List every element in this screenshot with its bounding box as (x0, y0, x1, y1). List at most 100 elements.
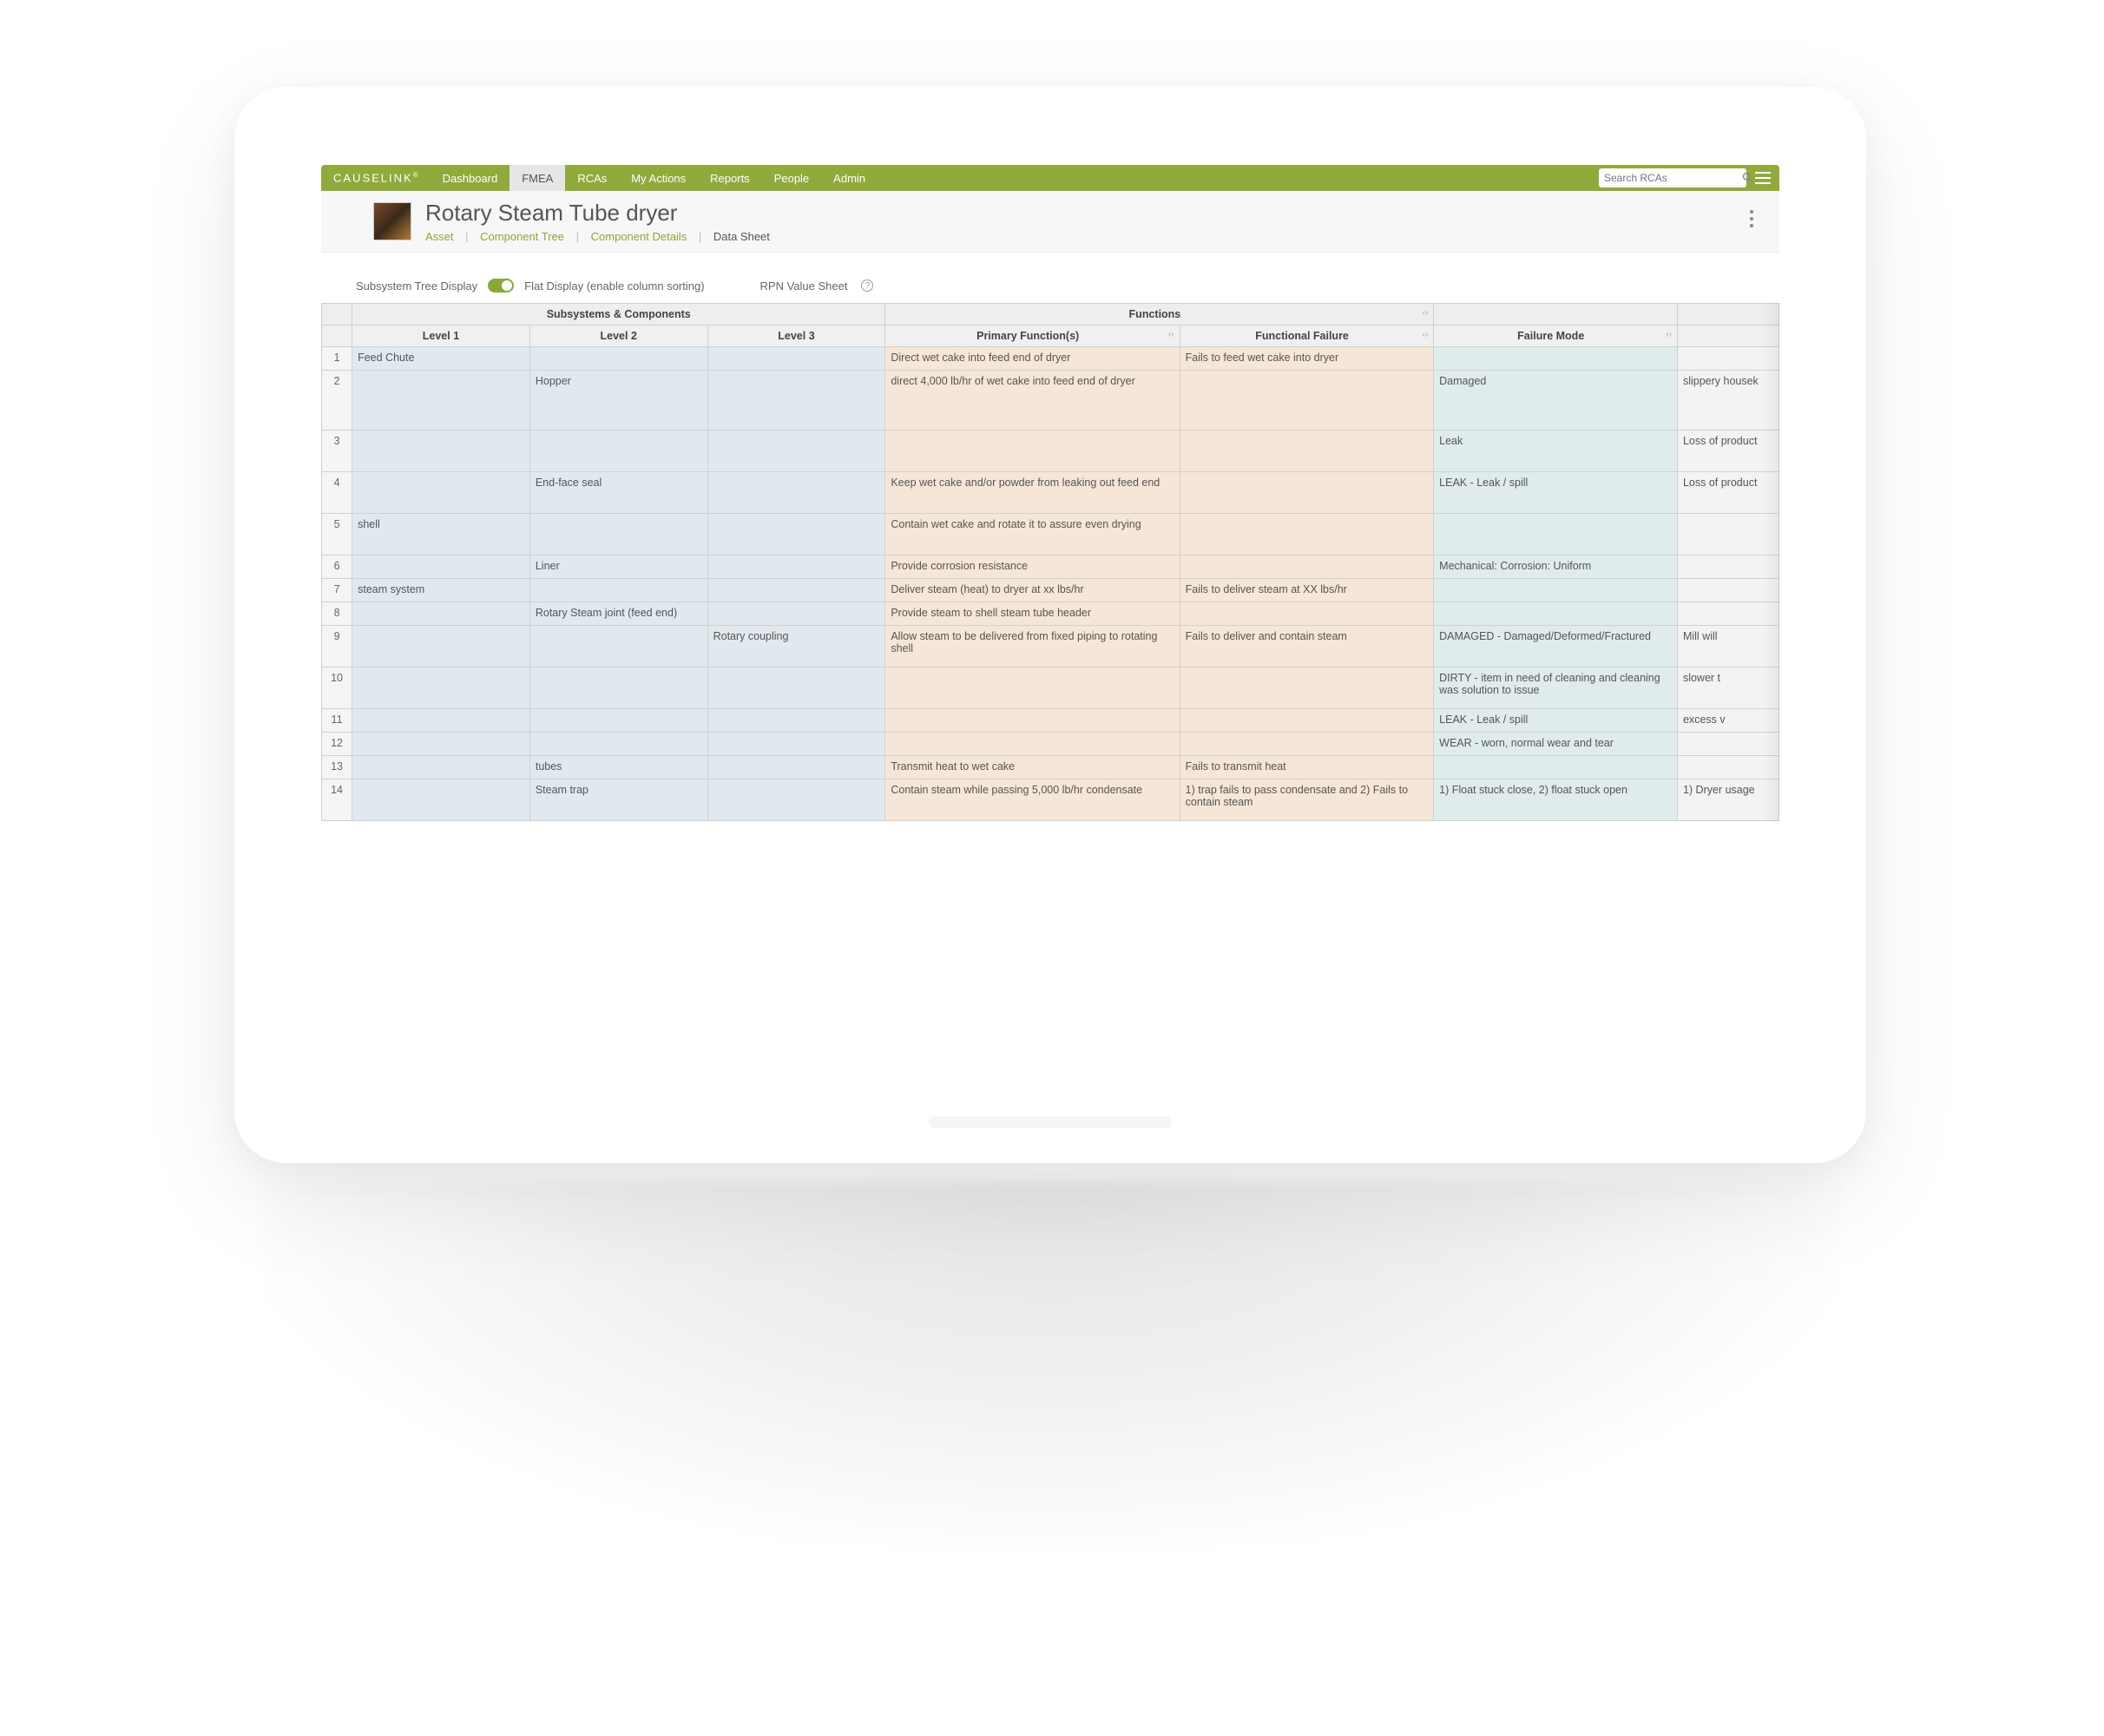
col-level2[interactable]: Level 2 (529, 326, 707, 347)
cell-rownum[interactable]: 3 (322, 431, 352, 472)
cell-rownum[interactable]: 7 (322, 579, 352, 602)
cell-failure-mode[interactable]: LEAK - Leak / spill (1434, 472, 1678, 514)
cell-level1[interactable] (352, 733, 530, 756)
nav-reports[interactable]: Reports (698, 165, 762, 191)
search-input[interactable] (1604, 172, 1739, 184)
cell-extra[interactable]: 1) Dryer usage (1677, 779, 1779, 821)
cell-level1[interactable] (352, 626, 530, 667)
cell-level3[interactable] (707, 472, 885, 514)
col-functional-failure[interactable]: Functional Failure‹› (1180, 326, 1434, 347)
cell-failure-mode[interactable] (1434, 347, 1678, 371)
cell-rownum[interactable]: 4 (322, 472, 352, 514)
cell-rownum[interactable]: 2 (322, 371, 352, 431)
col-failure-mode[interactable]: Failure Mode‹› (1434, 326, 1678, 347)
cell-level1[interactable]: steam system (352, 579, 530, 602)
cell-level2[interactable] (529, 667, 707, 709)
cell-rownum[interactable]: 12 (322, 733, 352, 756)
cell-functional-failure[interactable] (1180, 556, 1434, 579)
cell-level2[interactable]: tubes (529, 756, 707, 779)
cell-extra[interactable] (1677, 733, 1779, 756)
cell-level2[interactable]: Liner (529, 556, 707, 579)
cell-extra[interactable]: Loss of product (1677, 472, 1779, 514)
menu-icon[interactable] (1755, 172, 1771, 184)
cell-extra[interactable] (1677, 756, 1779, 779)
cell-functional-failure[interactable] (1180, 733, 1434, 756)
cell-level3[interactable] (707, 347, 885, 371)
cell-failure-mode[interactable]: DAMAGED - Damaged/Deformed/Fractured (1434, 626, 1678, 667)
cell-primary-function[interactable] (885, 733, 1180, 756)
cell-functional-failure[interactable] (1180, 602, 1434, 626)
cell-primary-function[interactable]: Transmit heat to wet cake (885, 756, 1180, 779)
cell-primary-function[interactable]: Contain wet cake and rotate it to assure… (885, 514, 1180, 556)
rpn-value-sheet-link[interactable]: RPN Value Sheet (760, 279, 848, 293)
cell-primary-function[interactable]: Contain steam while passing 5,000 lb/hr … (885, 779, 1180, 821)
cell-level1[interactable]: Feed Chute (352, 347, 530, 371)
nav-people[interactable]: People (762, 165, 821, 191)
cell-level3[interactable]: Rotary coupling (707, 626, 885, 667)
cell-primary-function[interactable] (885, 667, 1180, 709)
cell-failure-mode[interactable]: 1) Float stuck close, 2) float stuck ope… (1434, 779, 1678, 821)
cell-rownum[interactable]: 5 (322, 514, 352, 556)
breadcrumb-asset[interactable]: Asset (425, 230, 454, 243)
cell-level3[interactable] (707, 556, 885, 579)
cell-functional-failure[interactable]: Fails to transmit heat (1180, 756, 1434, 779)
table-row[interactable]: 3LeakLoss of product (322, 431, 1779, 472)
cell-level1[interactable] (352, 602, 530, 626)
cell-level3[interactable] (707, 733, 885, 756)
table-row[interactable]: 11LEAK - Leak / spillexcess v (322, 709, 1779, 733)
cell-extra[interactable] (1677, 347, 1779, 371)
cell-functional-failure[interactable]: Fails to deliver steam at XX lbs/hr (1180, 579, 1434, 602)
brand-logo[interactable]: CAUSELINK® (330, 171, 431, 184)
cell-primary-function[interactable]: Keep wet cake and/or powder from leaking… (885, 472, 1180, 514)
cell-functional-failure[interactable]: Fails to deliver and contain steam (1180, 626, 1434, 667)
cell-extra[interactable]: excess v (1677, 709, 1779, 733)
cell-extra[interactable]: Loss of product (1677, 431, 1779, 472)
cell-functional-failure[interactable] (1180, 472, 1434, 514)
cell-primary-function[interactable]: Deliver steam (heat) to dryer at xx lbs/… (885, 579, 1180, 602)
cell-primary-function[interactable] (885, 709, 1180, 733)
cell-level1[interactable] (352, 667, 530, 709)
nav-dashboard[interactable]: Dashboard (431, 165, 510, 191)
table-row[interactable]: 4End-face sealKeep wet cake and/or powde… (322, 472, 1779, 514)
cell-functional-failure[interactable] (1180, 431, 1434, 472)
cell-primary-function[interactable] (885, 431, 1180, 472)
cell-primary-function[interactable]: direct 4,000 lb/hr of wet cake into feed… (885, 371, 1180, 431)
cell-primary-function[interactable]: Provide corrosion resistance (885, 556, 1180, 579)
cell-extra[interactable]: slippery housek (1677, 371, 1779, 431)
cell-level3[interactable] (707, 779, 885, 821)
cell-rownum[interactable]: 10 (322, 667, 352, 709)
cell-level1[interactable] (352, 556, 530, 579)
cell-extra[interactable] (1677, 602, 1779, 626)
table-row[interactable]: 10DIRTY - item in need of cleaning and c… (322, 667, 1779, 709)
cell-extra[interactable] (1677, 556, 1779, 579)
table-row[interactable]: 6LinerProvide corrosion resistanceMechan… (322, 556, 1779, 579)
cell-level1[interactable] (352, 431, 530, 472)
cell-rownum[interactable]: 14 (322, 779, 352, 821)
cell-level1[interactable]: shell (352, 514, 530, 556)
cell-primary-function[interactable]: Direct wet cake into feed end of dryer (885, 347, 1180, 371)
cell-level2[interactable] (529, 709, 707, 733)
cell-level1[interactable] (352, 779, 530, 821)
sort-icon[interactable]: ‹› (1168, 330, 1174, 339)
breadcrumb-component-details[interactable]: Component Details (591, 230, 687, 243)
cell-rownum[interactable]: 1 (322, 347, 352, 371)
sort-icon[interactable]: ‹› (1422, 330, 1428, 339)
cell-extra[interactable] (1677, 514, 1779, 556)
cell-extra[interactable] (1677, 579, 1779, 602)
cell-failure-mode[interactable] (1434, 602, 1678, 626)
cell-level2[interactable] (529, 733, 707, 756)
table-row[interactable]: 1Feed Chute Direct wet cake into feed end… (322, 347, 1779, 371)
cell-level1[interactable] (352, 756, 530, 779)
search-icon[interactable] (1742, 172, 1752, 185)
cell-level2[interactable] (529, 347, 707, 371)
cell-level3[interactable] (707, 431, 885, 472)
table-row[interactable]: 8Rotary Steam joint (feed end)Provide st… (322, 602, 1779, 626)
cell-extra[interactable]: Mill will (1677, 626, 1779, 667)
cell-primary-function[interactable]: Provide steam to shell steam tube header (885, 602, 1180, 626)
cell-level3[interactable] (707, 514, 885, 556)
cell-failure-mode[interactable] (1434, 756, 1678, 779)
cell-functional-failure[interactable] (1180, 371, 1434, 431)
cell-level3[interactable] (707, 579, 885, 602)
col-level3[interactable]: Level 3 (707, 326, 885, 347)
cell-level3[interactable] (707, 709, 885, 733)
